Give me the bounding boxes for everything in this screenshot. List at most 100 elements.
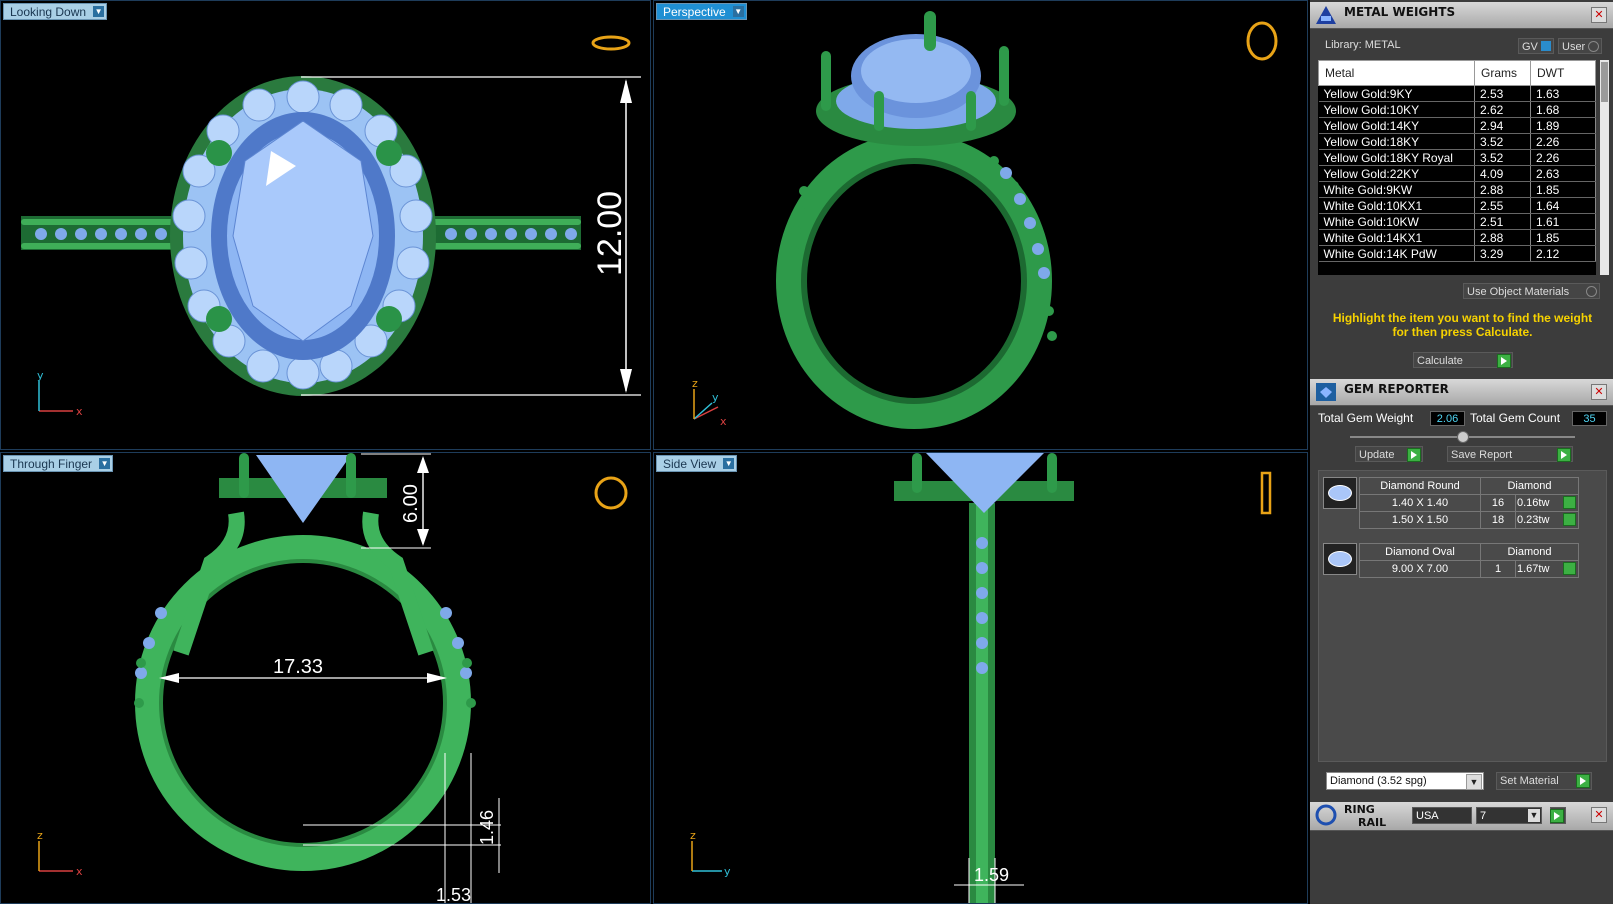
table-cell-dwt: 2.63	[1530, 165, 1596, 182]
table-cell-metal: Yellow Gold:14KY	[1318, 117, 1475, 134]
viewport-side-view[interactable]: 1.59 y z Side View ▼	[653, 452, 1308, 904]
chevron-down-icon[interactable]: ▼	[732, 6, 744, 17]
table-row[interactable]: Yellow Gold:9KY 2.53 1.63	[1318, 85, 1596, 102]
viewport-through-finger[interactable]: 17.33 6.00 1.46 1.53 x z Through Finger …	[0, 452, 651, 904]
region-select[interactable]: USA	[1412, 807, 1472, 824]
table-row[interactable]: Yellow Gold:14KY 2.94 1.89	[1318, 117, 1596, 134]
close-icon[interactable]: ✕	[1591, 384, 1607, 400]
use-object-materials-toggle[interactable]: Use Object Materials	[1463, 283, 1600, 299]
perspective-render: x y z	[692, 11, 1278, 429]
table-cell-grams: 4.09	[1474, 165, 1531, 182]
col-header[interactable]: Metal	[1318, 60, 1475, 86]
col-header[interactable]: Grams	[1474, 60, 1531, 86]
table-cell-metal: Yellow Gold:10KY	[1318, 101, 1475, 118]
table-cell-grams: 2.62	[1474, 101, 1531, 118]
table-row[interactable]: Yellow Gold:18KY Royal 3.52 2.26	[1318, 149, 1596, 166]
table-cell-dwt: 1.68	[1530, 101, 1596, 118]
table-cell-metal: Yellow Gold:18KY Royal	[1318, 149, 1475, 166]
total-gem-count-value: 35	[1572, 411, 1607, 426]
table-row[interactable]: Yellow Gold:10KY 2.62 1.68	[1318, 101, 1596, 118]
gem-row[interactable]: 1.40 X 1.40 16 0.16tw	[1359, 494, 1579, 512]
table-cell-grams: 2.51	[1474, 213, 1531, 230]
svg-text:z: z	[37, 829, 43, 842]
chevron-down-icon[interactable]: ▼	[1466, 774, 1482, 790]
gem-material: Diamond	[1480, 477, 1579, 495]
table-row[interactable]: White Gold:9KW 2.88 1.85	[1318, 181, 1596, 198]
table-cell-metal: White Gold:14K PdW	[1318, 245, 1475, 262]
metal-weights-title: METAL WEIGHTS	[1344, 5, 1456, 19]
gem-tw: 0.23tw	[1515, 511, 1579, 529]
svg-text:y: y	[712, 391, 719, 404]
calculate-button[interactable]: Calculate	[1413, 352, 1513, 368]
table-cell-metal: White Gold:9KW	[1318, 181, 1475, 198]
table-row[interactable]: White Gold:10KX1 2.55 1.64	[1318, 197, 1596, 214]
total-gem-count-label: Total Gem Count	[1470, 411, 1561, 425]
chevron-down-icon[interactable]: ▼	[99, 458, 111, 469]
table-cell-metal: White Gold:10KX1	[1318, 197, 1475, 214]
metal-weights-icon	[1316, 6, 1336, 24]
close-icon[interactable]: ✕	[1591, 7, 1607, 23]
calculate-hint: Highlight the item you want to find the …	[1332, 311, 1593, 339]
dim-height-text: 6.00	[400, 484, 422, 523]
chevron-down-icon[interactable]: ▼	[1528, 809, 1540, 822]
update-button[interactable]: Update	[1355, 446, 1423, 462]
metal-table: Metal Grams DWT Yellow Gold:9KY 2.53 1.63 Y…	[1318, 60, 1596, 262]
viewport-perspective[interactable]: x y z Perspective ▼	[653, 0, 1308, 450]
svg-text:y: y	[724, 865, 731, 878]
table-cell-dwt: 1.89	[1530, 117, 1596, 134]
dim-height-text: 12.00	[591, 191, 629, 276]
user-toggle[interactable]: User	[1558, 38, 1602, 54]
ring-rail-header: RING RAIL USA 7 ▼ ✕	[1310, 802, 1613, 831]
ring-size-select[interactable]: 7 ▼	[1476, 807, 1542, 824]
gem-size: 9.00 X 7.00	[1359, 560, 1481, 578]
viewport-looking-down[interactable]: 12.00 x y Looking Down ▼	[0, 0, 651, 450]
table-row[interactable]: White Gold:14KX1 2.88 1.85	[1318, 229, 1596, 246]
gem-name: Diamond Round	[1359, 477, 1481, 495]
dim-width-text: 1.59	[974, 865, 1009, 885]
table-cell-grams: 2.88	[1474, 181, 1531, 198]
metal-table-scrollbar[interactable]	[1600, 60, 1609, 275]
table-row[interactable]: Yellow Gold:22KY 4.09 2.63	[1318, 165, 1596, 182]
viewport-label: Through Finger	[10, 457, 93, 471]
col-header[interactable]: DWT	[1530, 60, 1596, 86]
play-icon	[1557, 448, 1571, 462]
side-view-render: 1.59 y z	[690, 453, 1272, 903]
viewport-tab-side-view[interactable]: Side View ▼	[656, 455, 738, 472]
viewport-label: Looking Down	[10, 5, 87, 19]
play-icon[interactable]	[1563, 562, 1576, 575]
table-cell-dwt: 2.26	[1530, 133, 1596, 150]
metal-weights-header: METAL WEIGHTS ✕	[1310, 2, 1613, 29]
table-row[interactable]: White Gold:14K PdW 3.29 2.12	[1318, 245, 1596, 262]
viewport-tab-looking-down[interactable]: Looking Down ▼	[3, 3, 108, 20]
save-report-button[interactable]: Save Report	[1447, 446, 1573, 462]
set-material-button[interactable]: Set Material	[1496, 772, 1592, 790]
close-icon[interactable]: ✕	[1591, 807, 1607, 823]
chevron-down-icon[interactable]: ▼	[723, 458, 735, 469]
viewport-tab-perspective[interactable]: Perspective ▼	[656, 3, 747, 20]
svg-text:z: z	[690, 829, 696, 842]
table-cell-metal: Yellow Gold:9KY	[1318, 85, 1475, 102]
material-select[interactable]: Diamond (3.52 spg) ▼	[1326, 772, 1484, 790]
table-cell-metal: Yellow Gold:18KY	[1318, 133, 1475, 150]
ring-orientation-icon	[591, 35, 631, 51]
gem-material: Diamond	[1480, 543, 1579, 561]
ring-rail-apply-button[interactable]	[1550, 807, 1566, 824]
chevron-down-icon[interactable]: ▼	[93, 6, 105, 17]
gem-row[interactable]: 1.50 X 1.50 18 0.23tw	[1359, 511, 1579, 529]
ring-orientation-icon	[1246, 21, 1278, 61]
gem-table: Diamond Oval Diamond 9.00 X 7.00 1 1.67tw	[1359, 543, 1579, 578]
play-icon[interactable]	[1563, 513, 1576, 526]
table-cell-grams: 3.52	[1474, 133, 1531, 150]
play-icon[interactable]	[1563, 496, 1576, 509]
gem-reporter-header: GEM REPORTER ✕	[1310, 379, 1613, 406]
gem-table: Diamond Round Diamond 1.40 X 1.40 16 0.16tw 1…	[1359, 477, 1579, 529]
total-gem-weight-value: 2.06	[1430, 411, 1465, 426]
table-row[interactable]: White Gold:10KW 2.51 1.61	[1318, 213, 1596, 230]
through-finger-render: 17.33 6.00 1.46 1.53 x z	[37, 453, 628, 903]
viewport-tab-through-finger[interactable]: Through Finger ▼	[3, 455, 114, 472]
table-cell-metal: White Gold:14KX1	[1318, 229, 1475, 246]
gv-toggle[interactable]: GV	[1518, 38, 1554, 54]
gem-row[interactable]: 9.00 X 7.00 1 1.67tw	[1359, 560, 1579, 578]
report-slider-handle[interactable]	[1457, 431, 1469, 443]
table-row[interactable]: Yellow Gold:18KY 3.52 2.26	[1318, 133, 1596, 150]
